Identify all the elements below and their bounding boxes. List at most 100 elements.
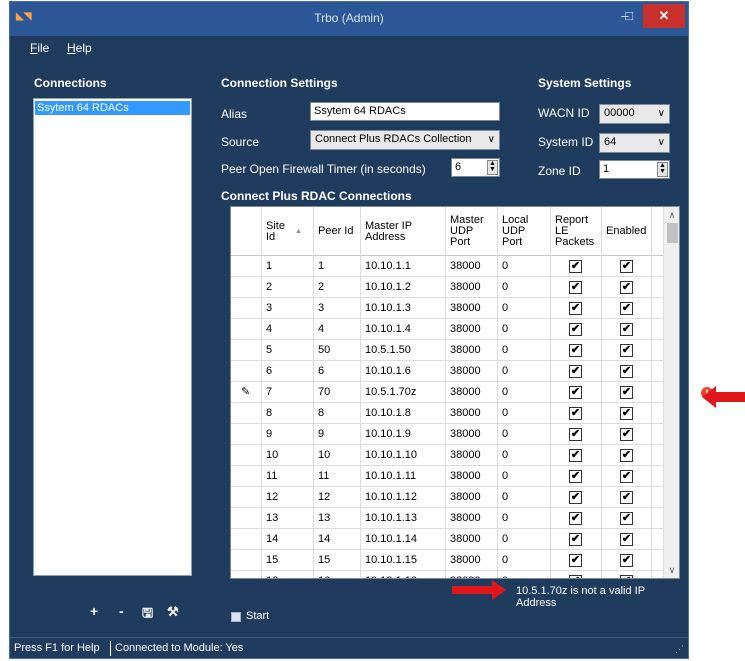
wacn-select[interactable]: 00000 ∨	[599, 104, 670, 124]
cell-site-id[interactable]: 13	[262, 508, 314, 529]
cell-enabled[interactable]: ✔	[602, 319, 652, 340]
cell-master-ip[interactable]: 10.5.1.70z	[361, 382, 446, 403]
cell-master-udp-port[interactable]: 38000	[446, 487, 498, 508]
cell-site-id[interactable]: 2	[262, 277, 314, 298]
cell-peer-id[interactable]: 11	[314, 466, 361, 487]
cell-master-ip[interactable]: 10.10.1.3	[361, 298, 446, 319]
cell-peer-id[interactable]: 13	[314, 508, 361, 529]
cell-peer-id[interactable]: 15	[314, 550, 361, 571]
checkbox[interactable]: ✔	[569, 323, 582, 336]
table-row[interactable]: 161610.10.1.16380000✔✔	[231, 571, 663, 578]
cell-enabled[interactable]: ✔	[602, 508, 652, 529]
cell-site-id[interactable]: 14	[262, 529, 314, 550]
column-header-site-id[interactable]: Site Id ▲	[262, 207, 314, 256]
cell-enabled[interactable]: ✔	[602, 256, 652, 277]
cell-enabled[interactable]: ✔	[602, 361, 652, 382]
checkbox[interactable]: ✔	[569, 260, 582, 273]
cell-site-id[interactable]: 12	[262, 487, 314, 508]
cell-master-ip[interactable]: 10.10.1.12	[361, 487, 446, 508]
cell-report-le-packets[interactable]: ✔	[551, 466, 602, 487]
cell-local-udp-port[interactable]: 0	[498, 550, 551, 571]
row-header[interactable]	[231, 550, 262, 571]
checkbox[interactable]: ✔	[620, 302, 633, 315]
row-header[interactable]	[231, 529, 262, 550]
cell-enabled[interactable]: ✔	[602, 424, 652, 445]
cell-peer-id[interactable]: 3	[314, 298, 361, 319]
cell-local-udp-port[interactable]: 0	[498, 361, 551, 382]
cell-peer-id[interactable]: 6	[314, 361, 361, 382]
row-header[interactable]	[231, 466, 262, 487]
checkbox[interactable]: ✔	[569, 533, 582, 546]
cell-local-udp-port[interactable]: 0	[498, 508, 551, 529]
cell-enabled[interactable]: ✔	[602, 550, 652, 571]
cell-site-id[interactable]: 5	[262, 340, 314, 361]
row-header[interactable]	[231, 487, 262, 508]
checkbox[interactable]: ✔	[569, 554, 582, 567]
system-id-select[interactable]: 64 ∨	[599, 133, 670, 153]
table-row[interactable]: 3 3 10.10.1.3 38000 0 ✔ ✔	[231, 298, 663, 319]
timer-stepper[interactable]: 6 ▲ ▼	[451, 158, 500, 177]
cell-site-id[interactable]: 7	[262, 382, 314, 403]
menu-help[interactable]: Help	[67, 41, 92, 55]
checkbox[interactable]: ✔	[620, 365, 633, 378]
cell-peer-id[interactable]: 1	[314, 256, 361, 277]
cell-master-udp-port[interactable]: 38000	[446, 529, 498, 550]
checkbox[interactable]: ✔	[569, 449, 582, 462]
checkbox[interactable]: ✔	[620, 554, 633, 567]
row-header[interactable]: ✎	[231, 382, 262, 403]
row-header[interactable]	[231, 445, 262, 466]
cell-report-le-packets[interactable]: ✔	[551, 319, 602, 340]
row-header[interactable]	[231, 256, 262, 277]
table-row[interactable]: 6 6 10.10.1.6 38000 0 ✔ ✔	[231, 361, 663, 382]
remove-connection-button[interactable]: -	[119, 603, 124, 619]
grid-scrollbar[interactable]: ∧ ∨	[663, 207, 679, 578]
cell-local-udp-port[interactable]: 0	[498, 487, 551, 508]
table-row[interactable]: 9 9 10.10.1.9 38000 0 ✔ ✔	[231, 424, 663, 445]
source-select[interactable]: Connect Plus RDACs Collection ∨	[310, 130, 500, 150]
cell-site-id[interactable]: 6	[262, 361, 314, 382]
cell-peer-id[interactable]: 8	[314, 403, 361, 424]
cell-master-ip[interactable]: 10.10.1.8	[361, 403, 446, 424]
connections-list[interactable]: Ssytem 64 RDACs	[33, 98, 192, 576]
cell-local-udp-port[interactable]: 0	[498, 445, 551, 466]
add-connection-button[interactable]: +	[90, 603, 98, 619]
cell-site-id[interactable]: 11	[262, 466, 314, 487]
cell-master-ip[interactable]: 10.10.1.2	[361, 277, 446, 298]
cell-master-ip[interactable]: 10.10.1.4	[361, 319, 446, 340]
scrollbar-thumb[interactable]	[667, 223, 678, 243]
cell-report-le-packets[interactable]: ✔	[551, 361, 602, 382]
cell-master-udp-port[interactable]: 38000	[446, 424, 498, 445]
menu-file[interactable]: File	[30, 41, 49, 55]
table-row[interactable]: 8 8 10.10.1.8 38000 0 ✔ ✔	[231, 403, 663, 424]
resize-grip-icon[interactable]: ⋰	[675, 644, 684, 655]
row-header[interactable]	[231, 424, 262, 445]
cell-enabled[interactable]: ✔	[602, 277, 652, 298]
tools-icon[interactable]: ⚒	[167, 604, 179, 620]
table-row[interactable]: 2 2 10.10.1.2 38000 0 ✔ ✔	[231, 277, 663, 298]
cell-enabled[interactable]: ✔	[602, 403, 652, 424]
cell-master-udp-port[interactable]: 38000	[446, 550, 498, 571]
cell-local-udp-port[interactable]: 0	[498, 424, 551, 445]
cell-report-le-packets[interactable]: ✔	[551, 529, 602, 550]
connection-item[interactable]: Ssytem 64 RDACs	[35, 101, 190, 115]
cell-master-ip[interactable]: 10.5.1.50	[361, 340, 446, 361]
checkbox[interactable]: ✔	[620, 260, 633, 273]
spinner-icon[interactable]: ▲ ▼	[487, 160, 498, 175]
table-row[interactable]: 4 4 10.10.1.4 38000 0 ✔ ✔	[231, 319, 663, 340]
cell-enabled[interactable]: ✔	[602, 445, 652, 466]
row-header[interactable]	[231, 319, 262, 340]
cell-peer-id[interactable]: 70	[314, 382, 361, 403]
cell-master-udp-port[interactable]: 38000	[446, 319, 498, 340]
checkbox[interactable]: ✔	[620, 281, 633, 294]
row-header[interactable]	[231, 571, 262, 578]
cell-report-le-packets[interactable]: ✔	[551, 508, 602, 529]
checkbox[interactable]: ✔	[620, 323, 633, 336]
table-row[interactable]: 10 10 10.10.1.10 38000 0 ✔ ✔	[231, 445, 663, 466]
cell-site-id[interactable]: 10	[262, 445, 314, 466]
cell-site-id[interactable]: 8	[262, 403, 314, 424]
column-header-master-ip[interactable]: Master IP Address	[361, 207, 446, 256]
cell-report-le-packets[interactable]: ✔	[551, 571, 602, 578]
checkbox[interactable]: ✔	[569, 575, 582, 578]
cell-site-id[interactable]: 16	[262, 571, 314, 578]
table-row[interactable]: 12 12 10.10.1.12 38000 0 ✔ ✔	[231, 487, 663, 508]
